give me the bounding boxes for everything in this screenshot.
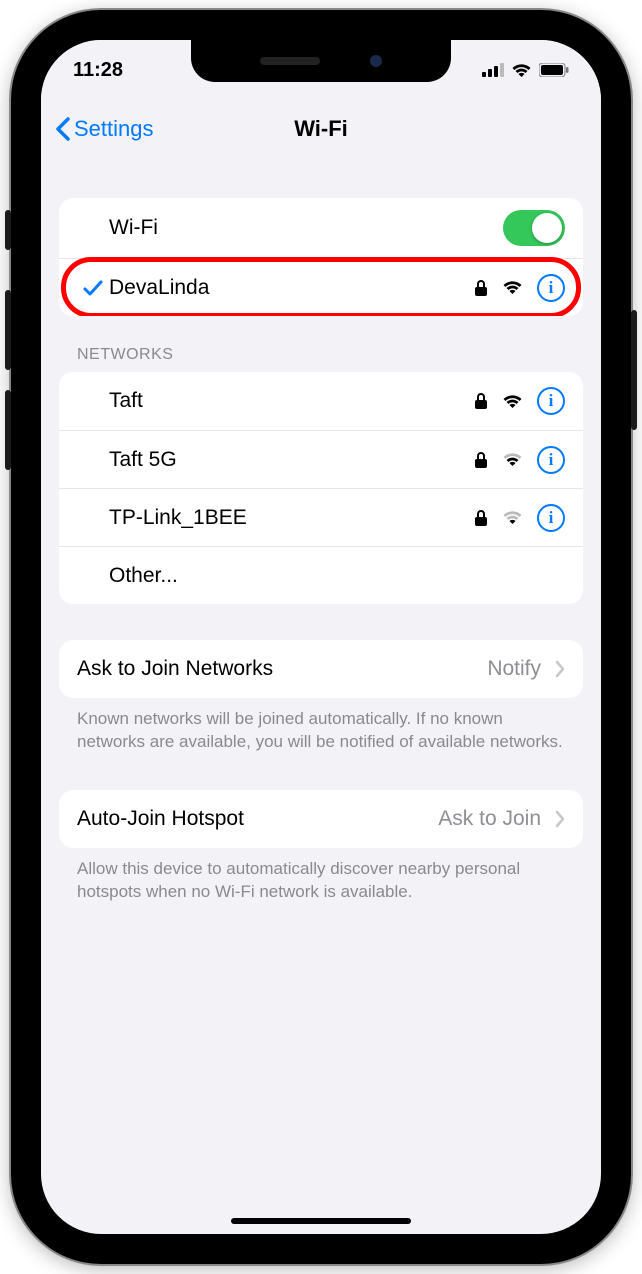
auto-hotspot-value: Ask to Join <box>438 807 541 831</box>
lock-icon <box>474 451 488 469</box>
auto-hotspot-footer: Allow this device to automatically disco… <box>59 848 583 904</box>
wifi-toggle-label: Wi-Fi <box>109 216 503 240</box>
wifi-signal-icon <box>502 280 523 295</box>
page-title: Wi-Fi <box>294 116 348 142</box>
networks-group: Taft i Taft 5G i <box>59 372 583 604</box>
ask-join-value: Notify <box>487 657 541 681</box>
other-label: Other... <box>109 564 565 588</box>
wifi-signal-icon <box>502 510 523 525</box>
home-indicator[interactable] <box>231 1218 411 1224</box>
network-name: Taft <box>109 389 474 413</box>
notch <box>191 40 451 82</box>
info-icon[interactable]: i <box>537 274 565 302</box>
network-row[interactable]: Taft i <box>59 372 583 430</box>
screen: 11:28 Settings Wi-Fi Wi-Fi <box>29 28 613 1246</box>
auto-hotspot-group: Auto-Join Hotspot Ask to Join <box>59 790 583 848</box>
power-button <box>631 310 637 430</box>
lock-icon <box>474 509 488 527</box>
connected-network-name: DevaLinda <box>109 276 474 300</box>
wifi-signal-icon <box>502 394 523 409</box>
lock-icon <box>474 279 488 297</box>
networks-header: NETWORKS <box>59 316 583 372</box>
wifi-status-icon <box>511 63 532 78</box>
ask-join-footer: Known networks will be joined automatica… <box>59 698 583 754</box>
status-time: 11:28 <box>73 59 123 82</box>
network-name: Taft 5G <box>109 448 474 472</box>
other-network-row[interactable]: Other... <box>59 546 583 604</box>
nav-bar: Settings Wi-Fi <box>41 100 601 158</box>
network-name: TP-Link_1BEE <box>109 506 474 530</box>
phone-frame: 11:28 Settings Wi-Fi Wi-Fi <box>11 10 631 1264</box>
checkmark-icon <box>83 279 103 297</box>
network-row[interactable]: TP-Link_1BEE i <box>59 488 583 546</box>
mute-switch <box>5 210 11 250</box>
back-label: Settings <box>74 116 154 142</box>
auto-hotspot-label: Auto-Join Hotspot <box>77 807 438 831</box>
ask-join-row[interactable]: Ask to Join Networks Notify <box>59 640 583 698</box>
volume-down <box>5 390 11 470</box>
volume-up <box>5 290 11 370</box>
wifi-toggle-row[interactable]: Wi-Fi <box>59 198 583 258</box>
connected-network-row[interactable]: DevaLinda i <box>59 258 583 316</box>
ask-join-group: Ask to Join Networks Notify <box>59 640 583 698</box>
cellular-icon <box>482 63 504 77</box>
lock-icon <box>474 392 488 410</box>
back-button[interactable]: Settings <box>55 116 154 142</box>
chevron-left-icon <box>55 117 70 141</box>
info-icon[interactable]: i <box>537 387 565 415</box>
network-row[interactable]: Taft 5G i <box>59 430 583 488</box>
info-icon[interactable]: i <box>537 446 565 474</box>
auto-hotspot-row[interactable]: Auto-Join Hotspot Ask to Join <box>59 790 583 848</box>
chevron-right-icon <box>555 660 565 678</box>
wifi-signal-icon <box>502 452 523 467</box>
info-icon[interactable]: i <box>537 504 565 532</box>
battery-icon <box>539 63 569 77</box>
wifi-switch[interactable] <box>503 210 565 246</box>
ask-join-label: Ask to Join Networks <box>77 657 487 681</box>
wifi-main-group: Wi-Fi DevaLinda i <box>59 198 583 316</box>
chevron-right-icon <box>555 810 565 828</box>
